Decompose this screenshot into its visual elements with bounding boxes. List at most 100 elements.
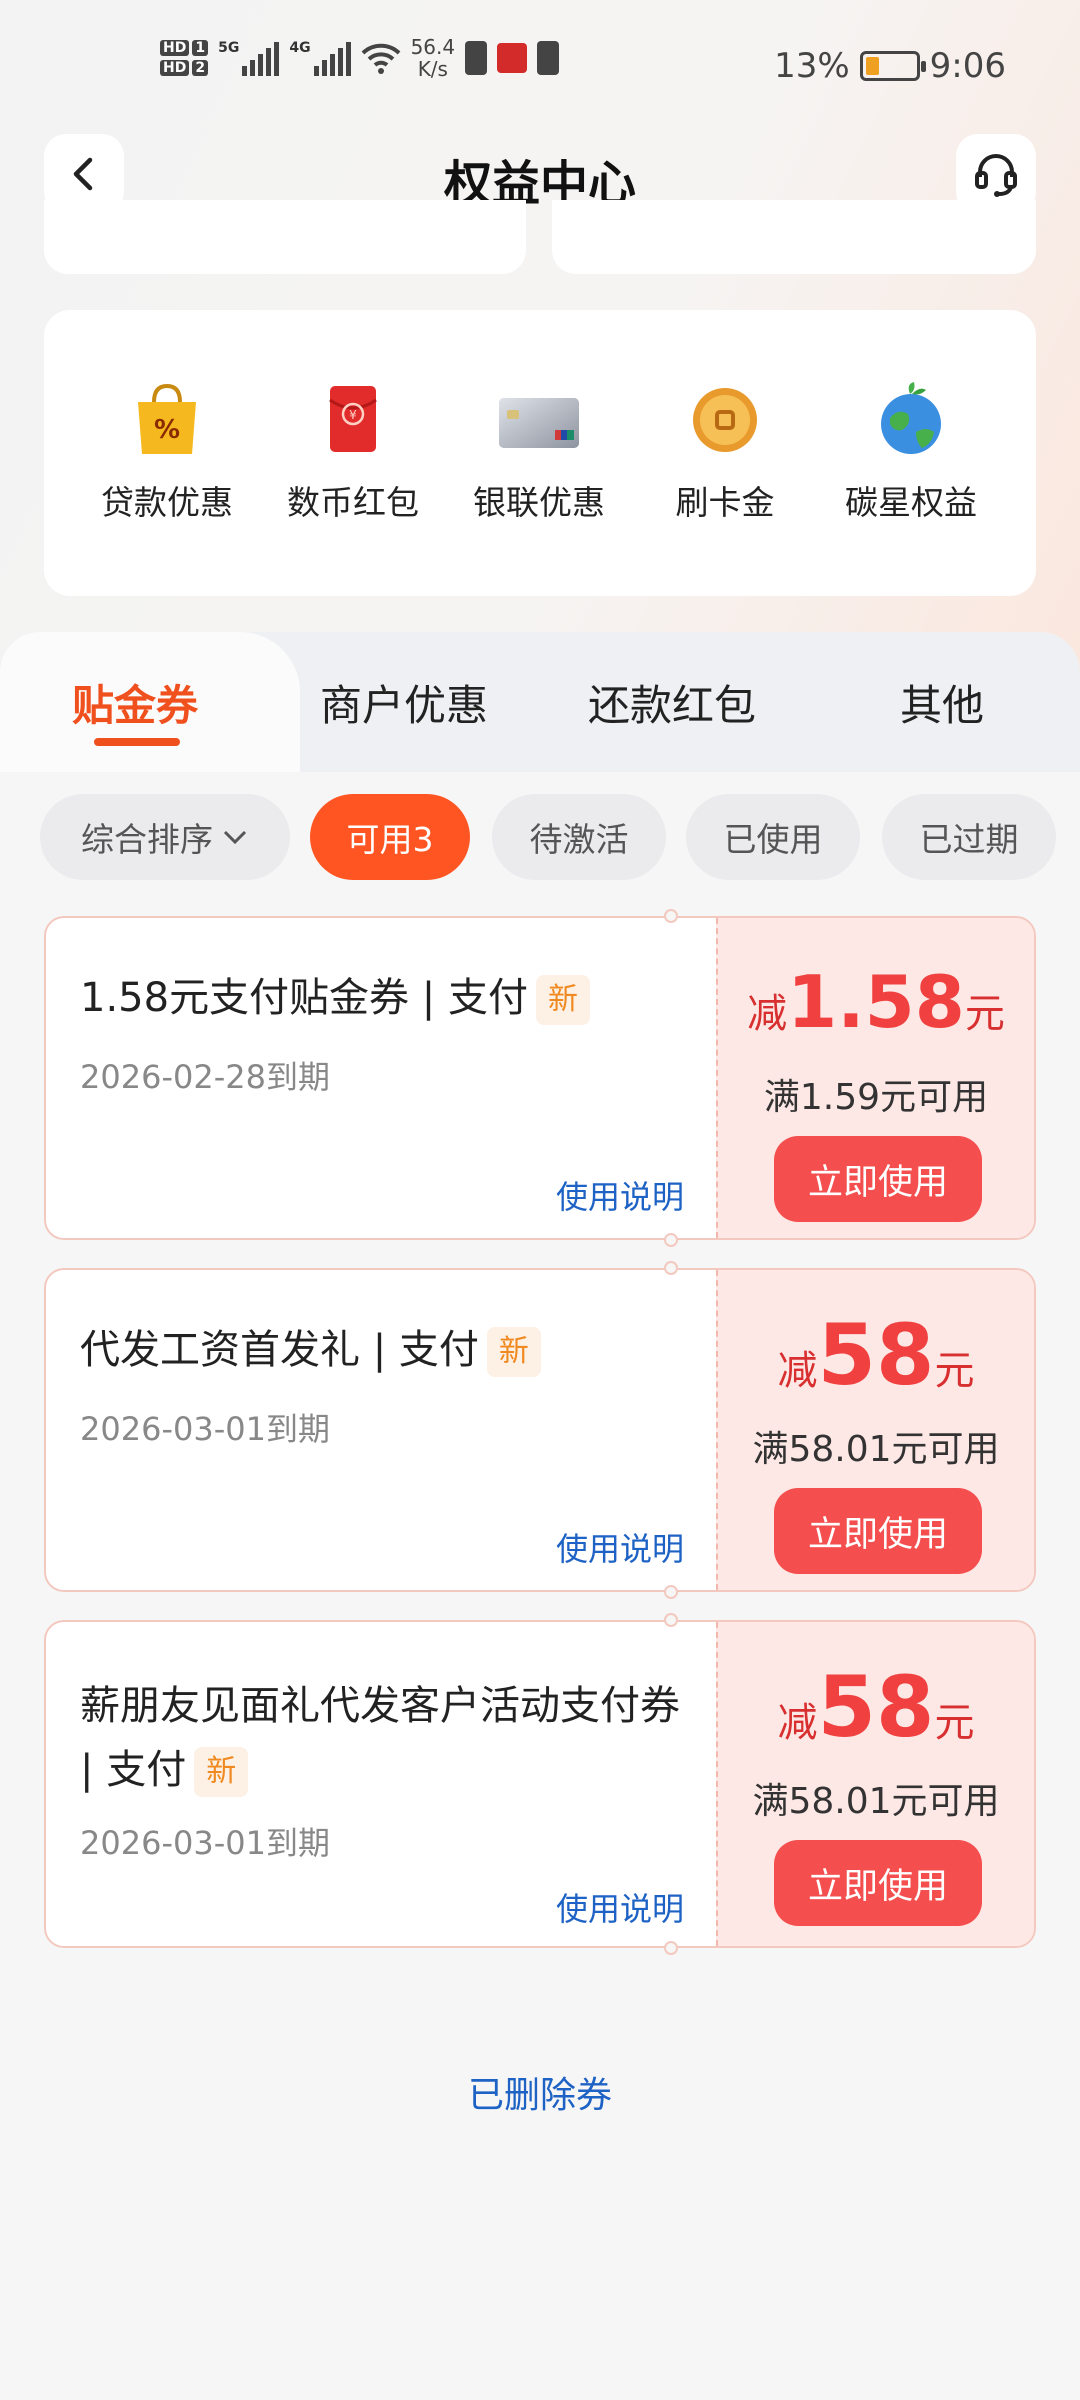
- coupon-amount: 减58元: [718, 1658, 1034, 1756]
- filter-used[interactable]: 已使用: [686, 794, 860, 880]
- benefit-unionpay[interactable]: 银联优惠: [446, 380, 632, 524]
- usage-instructions-link[interactable]: 使用说明: [556, 1884, 684, 1930]
- amount-unit: 元: [964, 991, 1005, 1037]
- coupon-condition: 满1.59元可用: [763, 1077, 989, 1118]
- new-badge: 新: [194, 1747, 249, 1797]
- coupon-value: 减1.58元 满1.59元可用 立即使用: [716, 918, 1034, 1238]
- coupon-notch: [664, 909, 678, 923]
- use-now-button[interactable]: 立即使用: [774, 1136, 982, 1222]
- sort-label: 综合排序: [81, 820, 213, 859]
- usage-instructions-link[interactable]: 使用说明: [556, 1172, 684, 1218]
- coupon-info: 代发工资首发礼 | 支付新 2026-03-01到期 使用说明: [46, 1270, 716, 1590]
- benefit-digital-red-envelope[interactable]: ¥ 数币红包: [260, 380, 446, 524]
- unionpay-card-icon: [499, 380, 579, 458]
- coupon-notch: [664, 1613, 678, 1627]
- partial-card-right: [552, 200, 1036, 274]
- benefit-label: 数币红包: [287, 483, 419, 522]
- hd-indicator: HD 1 HD 2: [160, 40, 209, 76]
- use-now-button[interactable]: 立即使用: [774, 1488, 982, 1574]
- benefits-card: % 贷款优惠 ¥ 数币红包 银联优惠 刷卡金 碳星权益: [44, 310, 1036, 596]
- benefit-loan[interactable]: % 贷款优惠: [74, 380, 260, 524]
- use-now-button[interactable]: 立即使用: [774, 1840, 982, 1926]
- tab-other[interactable]: 其他: [900, 672, 984, 733]
- filter-available[interactable]: 可用3: [310, 794, 470, 880]
- tab-merchant-offers[interactable]: 商户优惠: [320, 672, 488, 733]
- new-badge: 新: [535, 975, 590, 1025]
- speed-unit: K/s: [417, 57, 448, 81]
- coupon-condition: 满58.01元可用: [752, 1429, 1000, 1470]
- hd1-num: 1: [192, 40, 209, 56]
- coupon-condition: 满58.01元可用: [752, 1781, 1000, 1822]
- benefit-label: 碳星权益: [845, 483, 977, 522]
- coupon-amount: 减58元: [718, 1306, 1034, 1404]
- signal-5g-label: 5G: [218, 40, 240, 56]
- deleted-coupons-link[interactable]: 已删除券: [0, 2066, 1080, 2118]
- benefit-card-gold[interactable]: 刷卡金: [632, 380, 818, 524]
- coupon-amount: 减1.58元: [718, 960, 1034, 1044]
- coupon-notch: [664, 1261, 678, 1275]
- hd2-num: 2: [192, 60, 209, 76]
- coupon-card: 薪朋友见面礼代发客户活动支付券 | 支付新 2026-03-01到期 使用说明 …: [44, 1620, 1036, 1948]
- tab-gold-coupon[interactable]: 贴金券: [72, 672, 198, 733]
- coupon-title: 代发工资首发礼 | 支付新: [80, 1318, 700, 1382]
- coupon-expiry: 2026-03-01到期: [80, 1410, 330, 1448]
- coupon-title: 薪朋友见面礼代发客户活动支付券 | 支付新: [80, 1674, 700, 1802]
- coupon-info: 1.58元支付贴金券 | 支付新 2026-02-28到期 使用说明: [46, 918, 716, 1238]
- coupon-expiry: 2026-03-01到期: [80, 1824, 330, 1862]
- battery-icon: [859, 51, 926, 81]
- hd1-label: HD: [160, 40, 190, 56]
- coupon-notch: [664, 1941, 678, 1955]
- upload-icon: [537, 41, 560, 75]
- coupon-title: 1.58元支付贴金券 | 支付新: [80, 966, 700, 1030]
- app-notification-icon: [497, 43, 528, 73]
- headset-icon: [975, 154, 1017, 197]
- battery-percent: 13%: [774, 46, 850, 86]
- amount-number: 58: [817, 1306, 935, 1404]
- network-speed: 56.4 K/s: [411, 36, 456, 80]
- amount-prefix: 减: [777, 1700, 818, 1746]
- svg-text:¥: ¥: [349, 408, 357, 422]
- signal-5g-icon: 5G: [218, 40, 280, 76]
- amount-number: 58: [817, 1658, 935, 1756]
- tab-repayment-red-envelope[interactable]: 还款红包: [588, 672, 756, 733]
- coupon-notch: [664, 1233, 678, 1247]
- coupon-value: 减58元 满58.01元可用 立即使用: [716, 1270, 1034, 1590]
- new-badge: 新: [486, 1327, 541, 1377]
- coupon-notch: [664, 1585, 678, 1599]
- red-envelope-icon: ¥: [318, 380, 388, 458]
- status-bar: HD 1 HD 2 5G 4G 56.4 K/s 13% 9:06: [0, 0, 1080, 130]
- sort-dropdown[interactable]: 综合排序: [40, 794, 290, 880]
- earth-icon: [876, 380, 946, 458]
- benefit-carbon-star[interactable]: 碳星权益: [818, 380, 1004, 524]
- wifi-icon: [361, 43, 400, 74]
- benefit-label: 刷卡金: [675, 483, 775, 522]
- coupon-title-text: 1.58元支付贴金券 | 支付: [80, 975, 528, 1021]
- signal-4g-icon: 4G: [289, 40, 351, 76]
- gold-coin-icon: [690, 380, 760, 458]
- coupon-title-text: 薪朋友见面礼代发客户活动支付券 | 支付: [80, 1683, 680, 1793]
- filter-pending[interactable]: 待激活: [492, 794, 666, 880]
- svg-text:%: %: [154, 415, 180, 445]
- hd2-label: HD: [160, 60, 190, 76]
- amount-unit: 元: [934, 1700, 975, 1746]
- chevron-down-icon: [223, 830, 247, 845]
- benefit-label: 贷款优惠: [101, 483, 233, 522]
- notification-icon: [465, 41, 488, 75]
- amount-unit: 元: [934, 1348, 975, 1394]
- tab-underline: [94, 738, 180, 746]
- usage-instructions-link[interactable]: 使用说明: [556, 1524, 684, 1570]
- filter-expired[interactable]: 已过期: [882, 794, 1056, 880]
- amount-number: 1.58: [787, 960, 965, 1044]
- partial-card-left: [44, 200, 526, 274]
- coupon-card: 1.58元支付贴金券 | 支付新 2026-02-28到期 使用说明 减1.58…: [44, 916, 1036, 1240]
- status-right: 13% 9:06: [774, 46, 1006, 86]
- coupon-info: 薪朋友见面礼代发客户活动支付券 | 支付新 2026-03-01到期 使用说明: [46, 1622, 716, 1946]
- speed-value: 56.4: [410, 35, 456, 59]
- coupon-card: 代发工资首发礼 | 支付新 2026-03-01到期 使用说明 减58元 满58…: [44, 1268, 1036, 1592]
- clock: 9:06: [929, 46, 1006, 86]
- coupon-expiry: 2026-02-28到期: [80, 1058, 330, 1096]
- amount-prefix: 减: [747, 991, 788, 1037]
- amount-prefix: 减: [777, 1348, 818, 1394]
- benefit-label: 银联优惠: [473, 483, 605, 522]
- signal-4g-label: 4G: [289, 40, 311, 56]
